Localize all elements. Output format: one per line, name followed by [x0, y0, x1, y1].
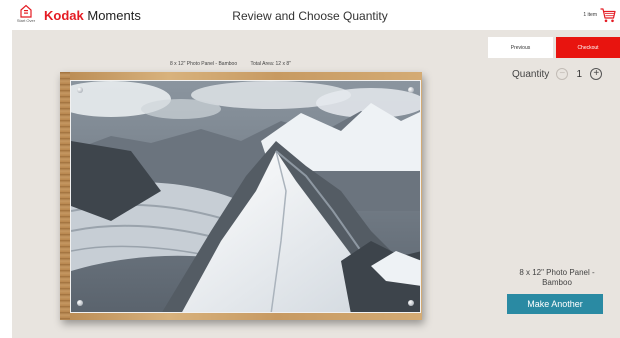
review-area: Previous Checkout 8 x 12" Photo Panel - … — [12, 30, 620, 338]
quantity-label: Quantity — [512, 68, 550, 80]
checkout-button[interactable]: Checkout — [556, 37, 620, 58]
quantity-stepper: Quantity − 1 + — [512, 68, 603, 80]
product-size-label: 8 x 12" Photo Panel - Bamboo — [170, 61, 238, 67]
product-info: 8 x 12" Photo Panel - Bamboo Total Area:… — [170, 61, 291, 67]
decrease-quantity-button[interactable]: − — [556, 68, 569, 80]
brand-product: Moments — [87, 8, 141, 23]
photo-image — [70, 80, 421, 313]
home-icon — [20, 4, 32, 18]
app-header: Start Over Kodak Moments Review and Choo… — [0, 0, 620, 30]
bamboo-edge — [60, 72, 70, 320]
increase-quantity-button[interactable]: + — [590, 68, 603, 80]
panel-screw — [77, 87, 83, 93]
quantity-value: 1 — [576, 68, 583, 80]
photo-panel-preview — [60, 72, 422, 320]
panel-screw — [77, 300, 83, 306]
shopping-cart-icon — [600, 7, 616, 22]
cart-button[interactable]: 1 item — [583, 6, 616, 24]
panel-screw — [408, 300, 414, 306]
brand-logo: Kodak Moments — [44, 8, 141, 24]
product-name: 8 x 12" Photo Panel - Bamboo — [519, 268, 595, 287]
previous-button[interactable]: Previous — [488, 37, 553, 58]
start-over-label: Start Over — [16, 18, 36, 23]
panel-screw — [408, 87, 414, 93]
mountain-photo — [71, 81, 420, 312]
start-over-button[interactable]: Start Over — [14, 4, 38, 28]
total-area-label: Total Area: 12 x 8" — [250, 61, 291, 67]
make-another-button[interactable]: Make Another — [507, 294, 603, 314]
cart-count: 1 item — [583, 12, 597, 18]
navigation-buttons: Previous Checkout — [474, 34, 620, 58]
brand-name: Kodak — [44, 8, 84, 23]
